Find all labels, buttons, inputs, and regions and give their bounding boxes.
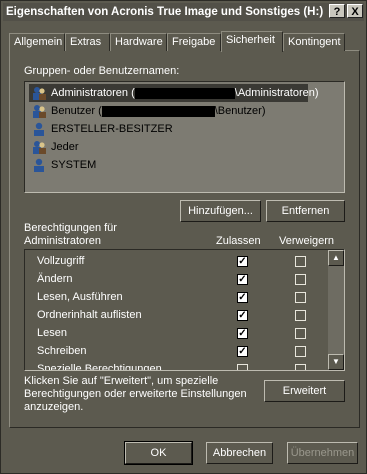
user-list[interactable]: Administratoren ( \Administratoren) Benut…	[24, 81, 345, 193]
user-group-icon	[33, 105, 46, 118]
properties-dialog: Eigenschaften von Acronis True Image und…	[0, 0, 367, 474]
permission-name: Lesen	[37, 327, 67, 339]
redacted-block	[134, 87, 235, 99]
title-bar: Eigenschaften von Acronis True Image und…	[3, 3, 364, 21]
allow-checkbox[interactable]: ✓	[237, 328, 248, 339]
user-item-ersteller-besitzer[interactable]: ERSTELLER-BESITZER	[29, 120, 329, 138]
user-group-icon	[33, 87, 46, 100]
window-title: Eigenschaften von Acronis True Image und…	[6, 6, 324, 18]
apply-button-label: Übernehmen	[290, 447, 355, 459]
permissions-list: Vollzugriff ✓ Ändern ✓ Lesen, Ausführen …	[24, 249, 345, 371]
user-item-system[interactable]: SYSTEM	[29, 156, 329, 174]
tab-kontingent[interactable]: Kontingent	[283, 33, 345, 51]
remove-button-label: Entfernen	[281, 205, 330, 217]
deny-checkbox[interactable]	[295, 256, 306, 267]
user-item-administratoren[interactable]: Administratoren ( \Administratoren)	[29, 84, 319, 102]
tab-allgemein[interactable]: Allgemein	[9, 33, 65, 51]
advanced-hint-line3: anzuzeigen.	[24, 401, 84, 413]
permission-name: Ordnerinhalt auflisten	[37, 309, 142, 321]
deny-checkbox[interactable]	[295, 364, 306, 370]
scroll-down-icon[interactable]: ▼	[328, 354, 344, 370]
permission-row: Spezielle Berechtigungen	[25, 361, 325, 371]
deny-checkbox[interactable]	[295, 292, 306, 303]
ok-button[interactable]: OK	[124, 441, 193, 465]
ok-button-label: OK	[150, 447, 167, 459]
permission-row: Lesen ✓	[25, 325, 325, 343]
user-group-icon	[33, 141, 46, 154]
permissions-for-label: Berechtigungen für	[24, 222, 117, 234]
tab-extras[interactable]: Extras	[65, 33, 110, 51]
user-item-benutzer[interactable]: Benutzer ( \Benutzer)	[29, 102, 329, 120]
user-label-suffix: \Administratoren)	[234, 87, 319, 99]
user-label: Jeder	[51, 141, 79, 153]
cancel-button[interactable]: Abbrechen	[206, 442, 273, 464]
deny-checkbox[interactable]	[295, 346, 306, 357]
allow-checkbox[interactable]: ✓	[237, 292, 248, 303]
permission-row: Schreiben ✓	[25, 343, 325, 361]
user-icon	[34, 158, 44, 172]
permission-name: Vollzugriff	[37, 255, 85, 267]
user-label: ERSTELLER-BESITZER	[51, 123, 173, 135]
groups-label: Gruppen- oder Benutzernamen:	[24, 65, 180, 77]
advanced-button-label: Erweitert	[282, 385, 327, 397]
advanced-hint-line2: Berechtigungen oder erweiterte Einstellu…	[24, 388, 247, 400]
allow-checkbox[interactable]: ✓	[237, 346, 248, 357]
permission-row: Lesen, Ausführen ✓	[25, 289, 325, 307]
deny-column-header: Verweigern	[279, 235, 335, 247]
scroll-up-icon[interactable]: ▲	[328, 250, 344, 266]
permissions-principal-label: Administratoren	[24, 235, 102, 247]
deny-checkbox[interactable]	[295, 274, 306, 285]
deny-checkbox[interactable]	[295, 310, 306, 321]
tab-hardware[interactable]: Hardware	[110, 33, 167, 51]
permission-name: Schreiben	[37, 345, 87, 357]
allow-column-header: Zulassen	[216, 235, 261, 247]
user-label-suffix: \Benutzer)	[214, 105, 266, 117]
remove-button[interactable]: Entfernen	[266, 200, 345, 222]
permissions-scrollbar[interactable]: ▲ ▼	[328, 250, 344, 370]
advanced-hint-line1: Klicken Sie auf "Erweitert", um speziell…	[24, 375, 219, 387]
permission-row: Vollzugriff ✓	[25, 253, 325, 271]
permission-row: Ändern ✓	[25, 271, 325, 289]
add-button[interactable]: Hinzufügen...	[180, 200, 261, 222]
permission-name: Spezielle Berechtigungen	[37, 363, 162, 371]
close-button[interactable]: X	[347, 4, 363, 18]
user-item-jeder[interactable]: Jeder	[29, 138, 329, 156]
cancel-button-label: Abbrechen	[212, 447, 267, 459]
user-label: SYSTEM	[51, 159, 97, 171]
allow-checkbox[interactable]: ✓	[237, 256, 248, 267]
advanced-button[interactable]: Erweitert	[264, 380, 345, 402]
allow-checkbox[interactable]: ✓	[237, 274, 248, 285]
apply-button[interactable]: Übernehmen	[287, 442, 358, 464]
redacted-block	[101, 105, 215, 117]
deny-checkbox[interactable]	[295, 328, 306, 339]
permission-name: Ändern	[37, 273, 73, 285]
user-label-prefix: Administratoren (	[51, 87, 135, 99]
help-button[interactable]: ?	[329, 4, 345, 18]
user-label-prefix: Benutzer (	[51, 105, 102, 117]
tab-sicherheit[interactable]: Sicherheit	[221, 31, 283, 52]
allow-checkbox[interactable]: ✓	[237, 310, 248, 321]
allow-checkbox[interactable]	[237, 364, 248, 370]
tab-freigabe[interactable]: Freigabe	[167, 33, 221, 51]
user-icon	[34, 122, 44, 136]
add-button-label: Hinzufügen...	[188, 205, 253, 217]
permission-row: Ordnerinhalt auflisten ✓	[25, 307, 325, 325]
permission-name: Lesen, Ausführen	[37, 291, 123, 303]
